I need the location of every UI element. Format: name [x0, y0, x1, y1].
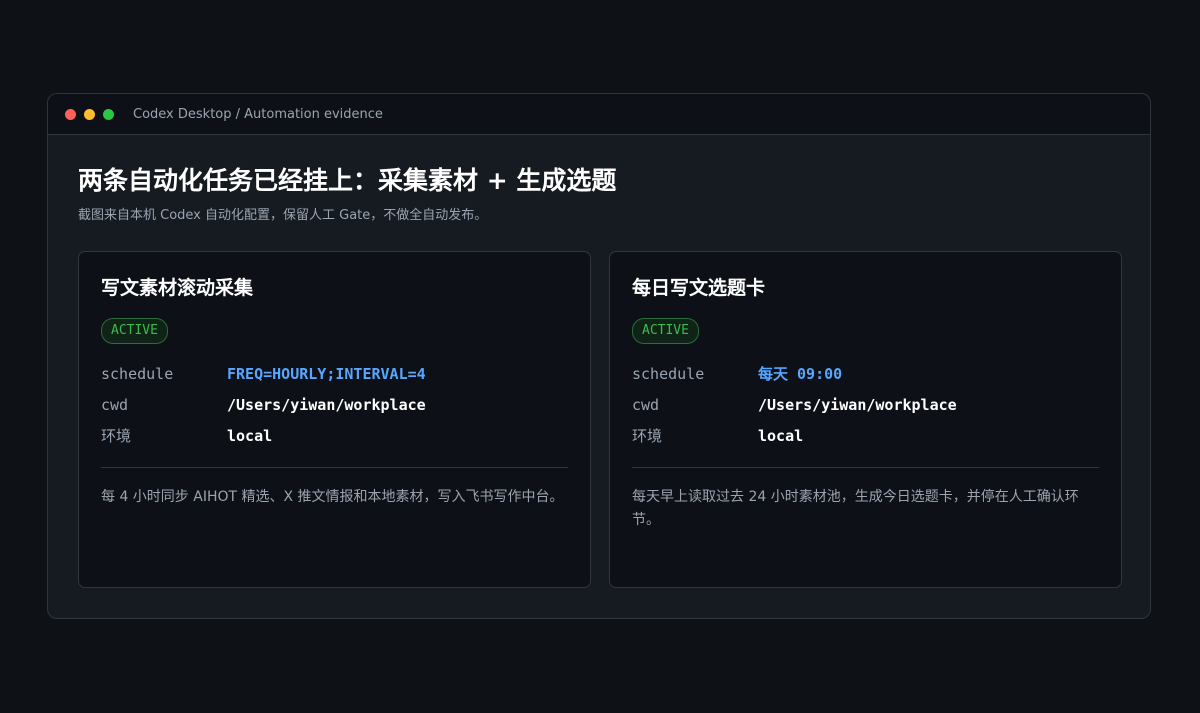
config-key: schedule: [632, 364, 705, 383]
config-value: local: [758, 426, 804, 445]
divider: [101, 467, 568, 468]
card-title: 写文素材滚动采集: [101, 277, 254, 299]
config-value: FREQ=HOURLY;INTERVAL=4: [227, 364, 426, 383]
status-badge: ACTIVE: [101, 318, 168, 344]
config-row-environment: 环境 local: [101, 420, 568, 451]
config-list: schedule 每天 09:00 cwd /Users/yiwan/workp…: [632, 358, 1099, 451]
automation-card-material-collection: 写文素材滚动采集 ACTIVE schedule FREQ=HOURLY;INT…: [78, 251, 591, 588]
config-key: 环境: [101, 427, 132, 445]
config-value: /Users/yiwan/workplace: [227, 395, 426, 414]
config-key: cwd: [101, 395, 129, 414]
page-title: 两条自动化任务已经挂上：采集素材 + 生成选题: [78, 166, 617, 195]
status-badge: ACTIVE: [632, 318, 699, 344]
close-window-button[interactable]: [65, 108, 76, 120]
config-row-cwd: cwd /Users/yiwan/workplace: [632, 389, 1099, 420]
page-subtitle: 截图来自本机 Codex 自动化配置，保留人工 Gate，不做全自动发布。: [78, 208, 488, 223]
config-row-environment: 环境 local: [632, 420, 1099, 451]
card-description: 每天早上读取过去 24 小时素材池，生成今日选题卡，并停在人工确认环节。: [632, 489, 1079, 528]
app-window: Codex Desktop / Automation evidence 两条自动…: [47, 93, 1151, 619]
automation-cards: 写文素材滚动采集 ACTIVE schedule FREQ=HOURLY;INT…: [78, 251, 1122, 588]
card-description: 每 4 小时同步 AIHOT 精选、X 推文情报和本地素材，写入飞书写作中台。: [101, 489, 564, 505]
config-value: 每天 09:00: [758, 365, 843, 383]
card-title: 每日写文选题卡: [632, 277, 766, 299]
maximize-window-button[interactable]: [103, 108, 114, 120]
config-key: cwd: [632, 395, 660, 414]
config-key: 环境: [632, 427, 663, 445]
config-value: /Users/yiwan/workplace: [758, 395, 957, 414]
config-list: schedule FREQ=HOURLY;INTERVAL=4 cwd /Use…: [101, 358, 568, 451]
config-row-schedule: schedule 每天 09:00: [632, 358, 1099, 389]
config-row-schedule: schedule FREQ=HOURLY;INTERVAL=4: [101, 358, 568, 389]
divider: [632, 467, 1099, 468]
window-title: Codex Desktop / Automation evidence: [133, 106, 383, 122]
config-row-cwd: cwd /Users/yiwan/workplace: [101, 389, 568, 420]
main-content: 两条自动化任务已经挂上：采集素材 + 生成选题 截图来自本机 Codex 自动化…: [48, 135, 1150, 225]
minimize-window-button[interactable]: [84, 108, 95, 120]
title-bar: Codex Desktop / Automation evidence: [48, 94, 1150, 135]
automation-card-daily-topic: 每日写文选题卡 ACTIVE schedule 每天 09:00 cwd /Us…: [609, 251, 1122, 588]
config-key: schedule: [101, 364, 174, 383]
config-value: local: [227, 426, 273, 445]
